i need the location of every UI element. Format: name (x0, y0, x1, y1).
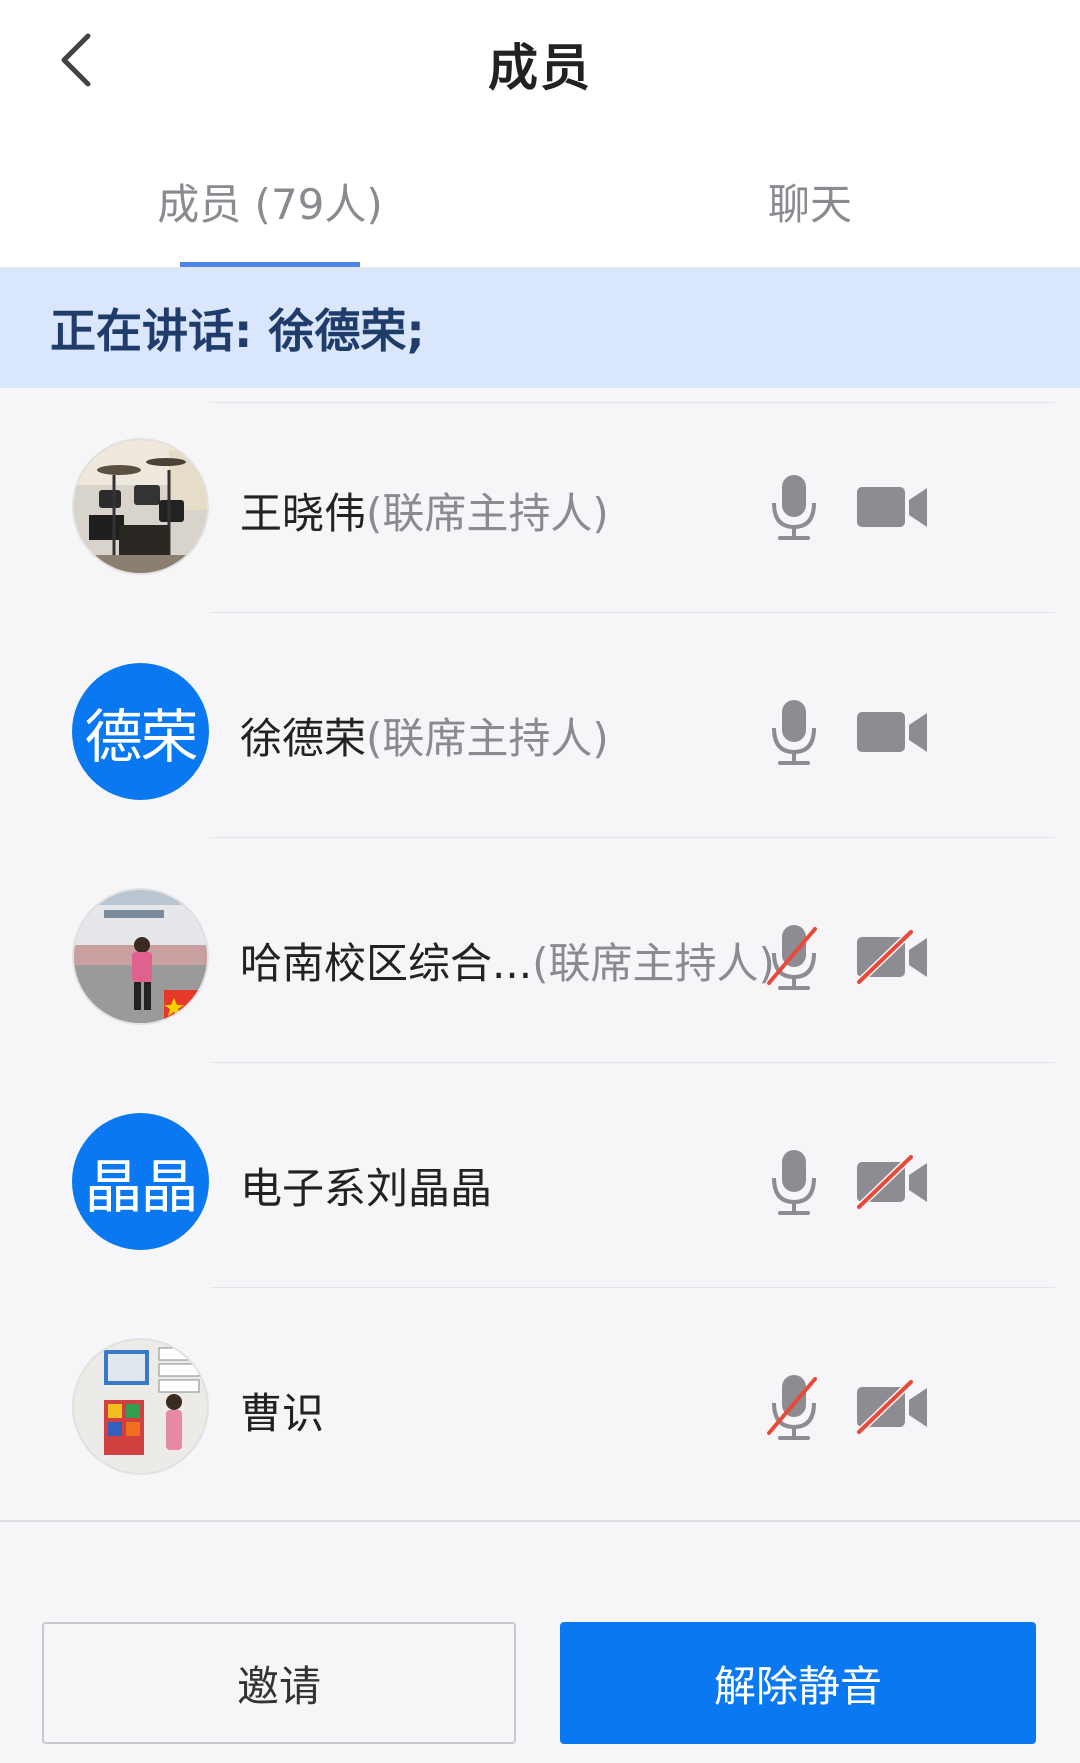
microphone-muted-icon (767, 1375, 817, 1440)
member-name-line: 王晓伟(联席主持人) (240, 480, 609, 541)
unmute-button[interactable]: 解除静音 (560, 1622, 1036, 1744)
mic-button[interactable] (765, 1148, 823, 1218)
video-camera-icon (857, 487, 927, 527)
camera-button[interactable] (855, 1154, 930, 1210)
avatar (72, 1338, 209, 1475)
member-name: 电子系刘晶晶 (240, 1164, 493, 1213)
active-speaker-text: 正在讲话: 徐德荣; (50, 304, 425, 358)
schoolyard-photo-icon (74, 890, 207, 1023)
video-camera-off-icon (856, 1154, 927, 1210)
drum-kit-photo-icon (74, 440, 207, 573)
top-bar: 成员 (0, 0, 1080, 135)
camera-button[interactable] (855, 1379, 930, 1435)
video-camera-off-icon (856, 1379, 927, 1435)
camera-button[interactable] (855, 480, 930, 535)
avatar (72, 438, 209, 575)
member-role: (联席主持人) (366, 714, 609, 763)
avatar: 晶晶 (72, 1113, 209, 1250)
member-row[interactable]: 晶晶 电子系刘晶晶 (0, 1063, 1080, 1288)
member-name: 曹识 (240, 1389, 325, 1438)
member-name-line: 哈南校区综合...(联席主持人) (240, 930, 775, 991)
tab-bar: 成员 (79人) 聊天 (0, 135, 1080, 268)
microphone-muted-icon (767, 925, 817, 990)
tab-chat-label: 聊天 (767, 179, 852, 229)
page-title: 成员 (488, 39, 592, 97)
camera-button[interactable] (855, 705, 930, 760)
microphone-icon (772, 475, 816, 540)
microphone-icon (772, 1150, 816, 1215)
mic-button[interactable] (765, 698, 823, 768)
avatar: 德荣 (72, 663, 209, 800)
tab-members-label: 成员 (79人) (157, 179, 383, 229)
member-name: 王晓伟 (240, 489, 367, 538)
member-role: (联席主持人) (532, 939, 775, 988)
video-camera-off-icon (856, 929, 927, 985)
invite-button-label: 邀请 (236, 1661, 321, 1711)
microphone-icon (772, 700, 816, 765)
member-row[interactable]: 王晓伟(联席主持人) (0, 388, 1080, 613)
mic-button[interactable] (765, 923, 823, 993)
bottom-action-bar: 邀请 解除静音 (0, 1520, 1080, 1763)
mic-button[interactable] (765, 1373, 823, 1443)
member-name: 徐德荣 (240, 714, 367, 763)
invite-button[interactable]: 邀请 (42, 1622, 516, 1744)
camera-button[interactable] (855, 929, 930, 985)
member-name: 哈南校区综合... (240, 939, 533, 988)
member-name-line: 曹识 (240, 1380, 324, 1441)
active-tab-indicator (180, 262, 360, 267)
member-role: (联席主持人) (366, 489, 609, 538)
tab-members[interactable]: 成员 (79人) (0, 135, 540, 267)
video-camera-icon (857, 712, 927, 752)
unmute-button-label: 解除静音 (713, 1661, 882, 1711)
mic-button[interactable] (765, 473, 823, 543)
member-row[interactable]: 哈南校区综合...(联席主持人) (0, 838, 1080, 1063)
classroom-photo-icon (74, 1340, 207, 1473)
avatar (72, 888, 209, 1025)
member-row[interactable]: 德荣 徐德荣(联席主持人) (0, 613, 1080, 838)
member-name-line: 电子系刘晶晶 (240, 1155, 492, 1216)
member-name-line: 徐德荣(联席主持人) (240, 705, 609, 766)
tab-chat[interactable]: 聊天 (540, 135, 1080, 267)
member-row[interactable]: 曹识 (0, 1288, 1080, 1513)
active-speaker-banner: 正在讲话: 徐德荣; (0, 268, 1080, 388)
